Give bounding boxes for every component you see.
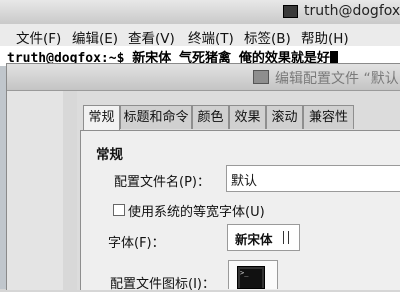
tab-general[interactable]: 常规	[83, 105, 120, 131]
font-size-divider	[288, 231, 289, 244]
menu-file[interactable]: 文件(F)	[16, 27, 61, 47]
dialog-window-icon	[253, 70, 269, 84]
profile-name-label: 配置文件名(P)：	[114, 175, 210, 190]
section-title: 常规	[96, 147, 123, 163]
font-label: 字体(F)：	[108, 236, 165, 251]
tab-effects[interactable]: 效果	[229, 105, 266, 129]
terminal-icon: >_	[237, 266, 265, 289]
menu-help[interactable]: 帮助(H)	[301, 27, 349, 47]
menu-tabs[interactable]: 标签(B)	[244, 27, 291, 47]
terminal-menubar: 文件(F) 编辑(E) 查看(V) 终端(T) 标签(B) 帮助(H)	[0, 24, 400, 47]
terminal-icon	[283, 5, 298, 18]
menu-view[interactable]: 查看(V)	[128, 27, 175, 47]
dialog-titlebar[interactable]: 编辑配置文件 “默认	[7, 64, 400, 91]
profile-icon-label: 配置文件图标(I)：	[110, 277, 215, 292]
tab-colors[interactable]: 颜色	[192, 105, 229, 129]
use-system-mono-label[interactable]: 使用系统的等宽字体(U)	[128, 201, 265, 220]
terminal-prompt-icon: >_	[240, 269, 262, 288]
terminal-title: truth@dogfox:	[304, 3, 400, 19]
tab-compatibility[interactable]: 兼容性	[303, 105, 354, 129]
tab-scrolling[interactable]: 滚动	[266, 105, 303, 129]
font-name: 新宋体	[235, 232, 273, 247]
tab-title-command[interactable]: 标题和命令	[120, 105, 192, 129]
use-system-mono-checkbox[interactable]	[113, 204, 125, 216]
dialog-title: 编辑配置文件 “默认	[275, 71, 399, 87]
profile-name-input[interactable]: 默认	[226, 165, 400, 192]
terminal-titlebar[interactable]: truth@dogfox:	[0, 0, 400, 25]
menu-terminal[interactable]: 终端(T)	[188, 27, 234, 47]
font-size-divider	[283, 231, 284, 244]
menu-edit[interactable]: 编辑(E)	[72, 27, 118, 47]
font-chooser-button[interactable]: 新宋体	[227, 224, 300, 251]
dialog-left-margin	[7, 91, 63, 290]
